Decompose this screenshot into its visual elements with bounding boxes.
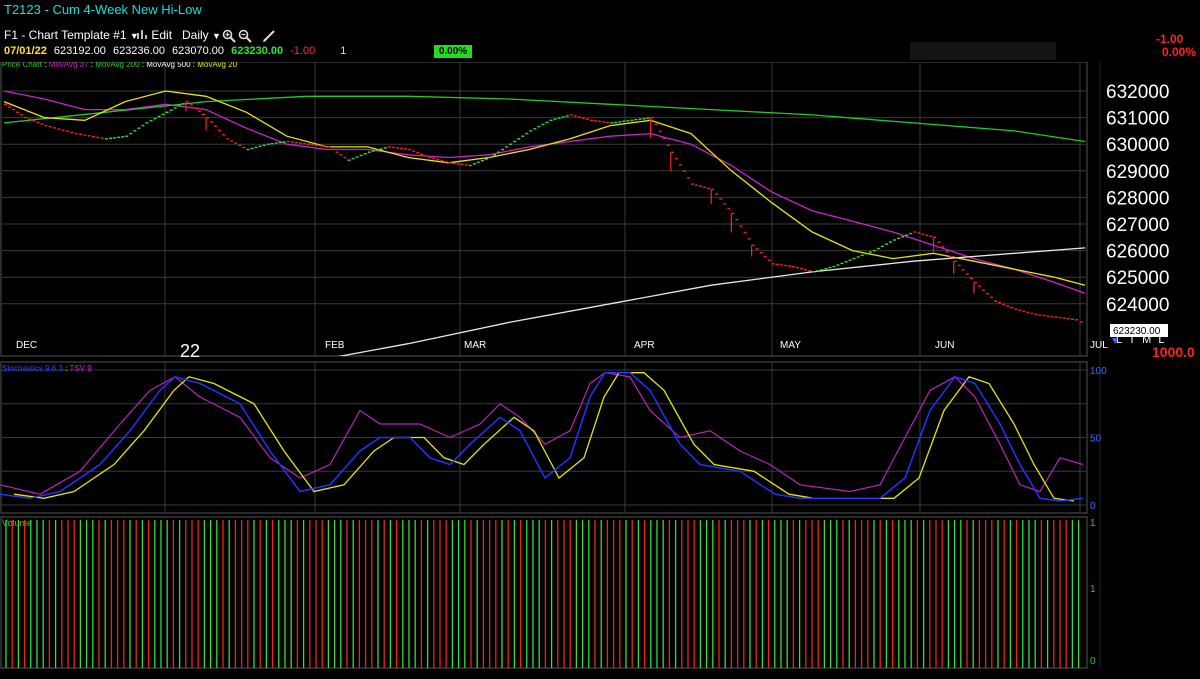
symbol-label: T2123 <box>4 2 41 17</box>
month-label: MAR <box>464 340 486 351</box>
series-movavg-200 <box>3 95 1086 143</box>
price-axis-label: 627000 <box>1106 215 1169 236</box>
title-separator: - <box>40 2 53 17</box>
price-axis-label: 631000 <box>1106 109 1169 130</box>
price-axis-label: 628000 <box>1106 188 1169 209</box>
price-axis-label: 625000 <box>1106 268 1169 289</box>
stoch-axis-label: 50 <box>1090 434 1102 445</box>
volume-axis-label: 0 <box>1090 656 1096 667</box>
month-label: DEC <box>16 340 37 351</box>
chart-canvas: 632000 631000 630000 629000 628000 627000 6260… <box>0 60 1195 669</box>
month-label: JUN <box>935 340 954 351</box>
zoom-out-icon[interactable] <box>238 29 252 43</box>
edit-label: Edit <box>151 28 173 42</box>
chart-header: T2123 - Cum 4-Week New Hi-Low F1 - Chart… <box>0 0 1200 62</box>
pencil-icon[interactable] <box>262 29 276 43</box>
price-ticks <box>4 100 1083 323</box>
template-label: F1 - Chart Template #1 <box>4 28 127 42</box>
quote-change: -1.00 <box>290 45 316 57</box>
price-axis-label: 630000 <box>1106 135 1169 156</box>
year-label: 22 <box>180 341 200 361</box>
period-label: Daily <box>182 28 209 42</box>
tsv-line <box>0 372 1084 495</box>
stoch-d-line <box>13 372 1075 502</box>
quote-low: 623070.00 <box>172 45 225 57</box>
month-label: JUL <box>1090 340 1108 351</box>
quote-date: 07/01/22 <box>4 45 47 57</box>
stoch-k-line <box>0 371 1084 502</box>
period-dropdown[interactable]: Daily ▼ <box>182 28 221 42</box>
bar-chart-icon <box>136 29 148 39</box>
month-label: FEB <box>325 340 345 351</box>
price-axis-label: 632000 <box>1106 82 1169 103</box>
quote-panel-placeholder <box>910 42 1056 60</box>
stoch-axis-label: 0 <box>1090 501 1096 512</box>
indicator-name: Cum 4-Week New Hi-Low <box>52 2 202 17</box>
quote-close: 623230.00 <box>231 45 284 57</box>
volume-bars <box>5 520 1080 668</box>
volume-axis-label: 1 <box>1090 518 1096 529</box>
price-axis-label: 626000 <box>1106 242 1169 263</box>
zoom-in-icon[interactable] <box>222 29 236 43</box>
legend-entry: Stochastics 9.6.3 <box>2 364 63 373</box>
right-pct-label: 0.00% <box>1162 45 1197 59</box>
series-movavg-37 <box>3 90 1086 294</box>
month-label: MAY <box>780 340 801 351</box>
right-change-label: -1.00 <box>1156 32 1184 46</box>
price-axis-label: 624000 <box>1106 295 1169 316</box>
price-axis-label: 629000 <box>1106 162 1169 183</box>
template-dropdown[interactable]: F1 - Chart Template #1 ▼ <box>4 28 139 42</box>
pct-change-badge: 0.00% <box>434 45 472 58</box>
stoch-axis-label: 100 <box>1090 366 1107 377</box>
chevron-down-icon: ▼ <box>212 31 221 41</box>
quote-line: 07/01/22 623192.00 623236.00 623070.00 6… <box>4 45 346 57</box>
month-label: APR <box>634 340 655 351</box>
volume-axis-label: 1 <box>1090 584 1096 595</box>
quote-flag: 1 <box>340 45 347 57</box>
legend-entry: TSV 9 <box>69 364 92 373</box>
series-movavg-20 <box>3 90 1086 286</box>
edit-button[interactable]: Edit <box>136 28 172 42</box>
series-movavg-500 <box>337 247 1086 356</box>
window-title: T2123 - Cum 4-Week New Hi-Low <box>4 2 202 17</box>
stoch-legend: Stochastics 9.6.3 : TSV 9 <box>2 364 92 373</box>
quote-open: 623192.00 <box>53 45 106 57</box>
quote-high: 623236.00 <box>112 45 165 57</box>
scale-label: 1000.0 <box>1152 344 1195 360</box>
